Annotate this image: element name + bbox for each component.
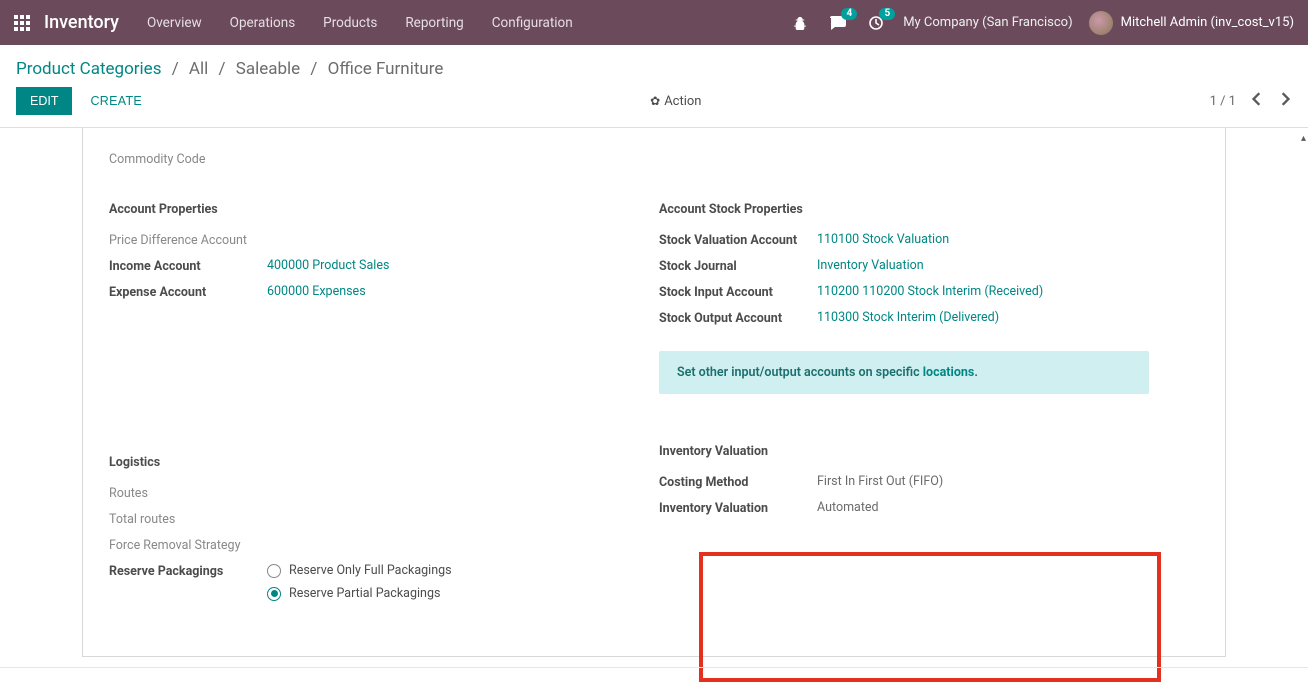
scroll-up-icon: ▴: [1301, 133, 1306, 144]
stock-journal-label: Stock Journal: [659, 258, 817, 274]
breadcrumb-row: Product Categories / All / Saleable / Of…: [0, 45, 1308, 87]
stock-journal-value[interactable]: Inventory Valuation: [817, 258, 924, 273]
action-dropdown[interactable]: ✿ Action: [650, 94, 701, 109]
messaging-badge: 4: [841, 8, 857, 20]
menu-products[interactable]: Products: [323, 15, 377, 31]
crumb-current: Office Furniture: [328, 59, 444, 79]
reserve-full-option[interactable]: Reserve Only Full Packagings: [267, 563, 452, 578]
crumb-seg2: Saleable: [236, 59, 300, 79]
commodity-code-label: Commodity Code: [109, 151, 267, 167]
info-alert: Set other input/output accounts on speci…: [659, 351, 1149, 394]
reserve-partial-option[interactable]: Reserve Partial Packagings: [267, 586, 452, 601]
activity-icon[interactable]: 5: [865, 12, 887, 34]
menu-operations[interactable]: Operations: [230, 15, 296, 31]
income-account-value[interactable]: 400000 Product Sales: [267, 258, 389, 273]
stock-valuation-account-value[interactable]: 110100 Stock Valuation: [817, 232, 949, 247]
reserve-packagings-label: Reserve Packagings: [109, 563, 267, 579]
main-menu: Overview Operations Products Reporting C…: [147, 15, 573, 31]
action-bar: EDIT CREATE ✿ Action 1 / 1: [0, 87, 1308, 127]
crumb-seg1: All: [189, 59, 208, 79]
locations-link[interactable]: locations: [923, 365, 975, 380]
inventory-valuation-field-label: Inventory Valuation: [659, 500, 817, 516]
stock-output-account-value[interactable]: 110300 Stock Interim (Delivered): [817, 310, 999, 325]
radio-icon: [267, 587, 281, 601]
top-navbar: Inventory Overview Operations Products R…: [0, 0, 1308, 45]
company-switcher[interactable]: My Company (San Francisco): [903, 15, 1072, 30]
stock-valuation-account-label: Stock Valuation Account: [659, 232, 817, 248]
inventory-valuation-value: Automated: [817, 500, 879, 515]
reserve-full-label: Reserve Only Full Packagings: [289, 563, 452, 578]
inventory-valuation-title: Inventory Valuation: [659, 444, 1199, 459]
reserve-partial-label: Reserve Partial Packagings: [289, 586, 440, 601]
menu-reporting[interactable]: Reporting: [405, 15, 463, 31]
info-text: Set other input/output accounts on speci…: [677, 365, 923, 380]
create-button[interactable]: CREATE: [90, 94, 142, 108]
crumb-root[interactable]: Product Categories: [16, 59, 161, 79]
stock-input-account-value[interactable]: 110200 110200 Stock Interim (Received): [817, 284, 1043, 299]
form-sheet: Commodity Code Account Properties Price …: [82, 128, 1226, 657]
pager-text: 1 / 1: [1210, 94, 1236, 109]
action-label: Action: [664, 94, 701, 109]
income-account-label: Income Account: [109, 258, 267, 274]
avatar: [1089, 11, 1113, 35]
debug-icon[interactable]: [789, 12, 811, 34]
menu-configuration[interactable]: Configuration: [492, 15, 573, 31]
price-diff-label: Price Difference Account: [109, 232, 267, 248]
edit-button[interactable]: EDIT: [16, 87, 72, 115]
force-removal-label: Force Removal Strategy: [109, 537, 267, 553]
stock-output-account-label: Stock Output Account: [659, 310, 817, 326]
pager-prev[interactable]: [1250, 88, 1264, 114]
stock-input-account-label: Stock Input Account: [659, 284, 817, 300]
account-stock-properties-title: Account Stock Properties: [659, 202, 1199, 217]
topbar-right: 4 5 My Company (San Francisco) Mitchell …: [789, 11, 1294, 35]
routes-label: Routes: [109, 485, 267, 501]
app-title[interactable]: Inventory: [44, 12, 119, 33]
pager-next[interactable]: [1278, 88, 1292, 114]
info-suffix: .: [974, 365, 978, 380]
gear-icon: ✿: [650, 94, 660, 108]
user-name: Mitchell Admin (inv_cost_v15): [1121, 15, 1294, 30]
logistics-title: Logistics: [109, 455, 649, 470]
costing-method-label: Costing Method: [659, 474, 817, 490]
radio-icon: [267, 564, 281, 578]
expense-account-value[interactable]: 600000 Expenses: [267, 284, 366, 299]
breadcrumb: Product Categories / All / Saleable / Of…: [16, 59, 443, 79]
account-properties-title: Account Properties: [109, 202, 649, 217]
expense-account-label: Expense Account: [109, 284, 267, 300]
messaging-icon[interactable]: 4: [827, 12, 849, 34]
total-routes-label: Total routes: [109, 511, 267, 527]
costing-method-value: First In First Out (FIFO): [817, 474, 943, 489]
user-menu[interactable]: Mitchell Admin (inv_cost_v15): [1089, 11, 1294, 35]
activity-badge: 5: [879, 8, 895, 20]
menu-overview[interactable]: Overview: [147, 15, 202, 31]
pager: 1 / 1: [1210, 88, 1292, 114]
apps-icon[interactable]: [14, 15, 30, 31]
